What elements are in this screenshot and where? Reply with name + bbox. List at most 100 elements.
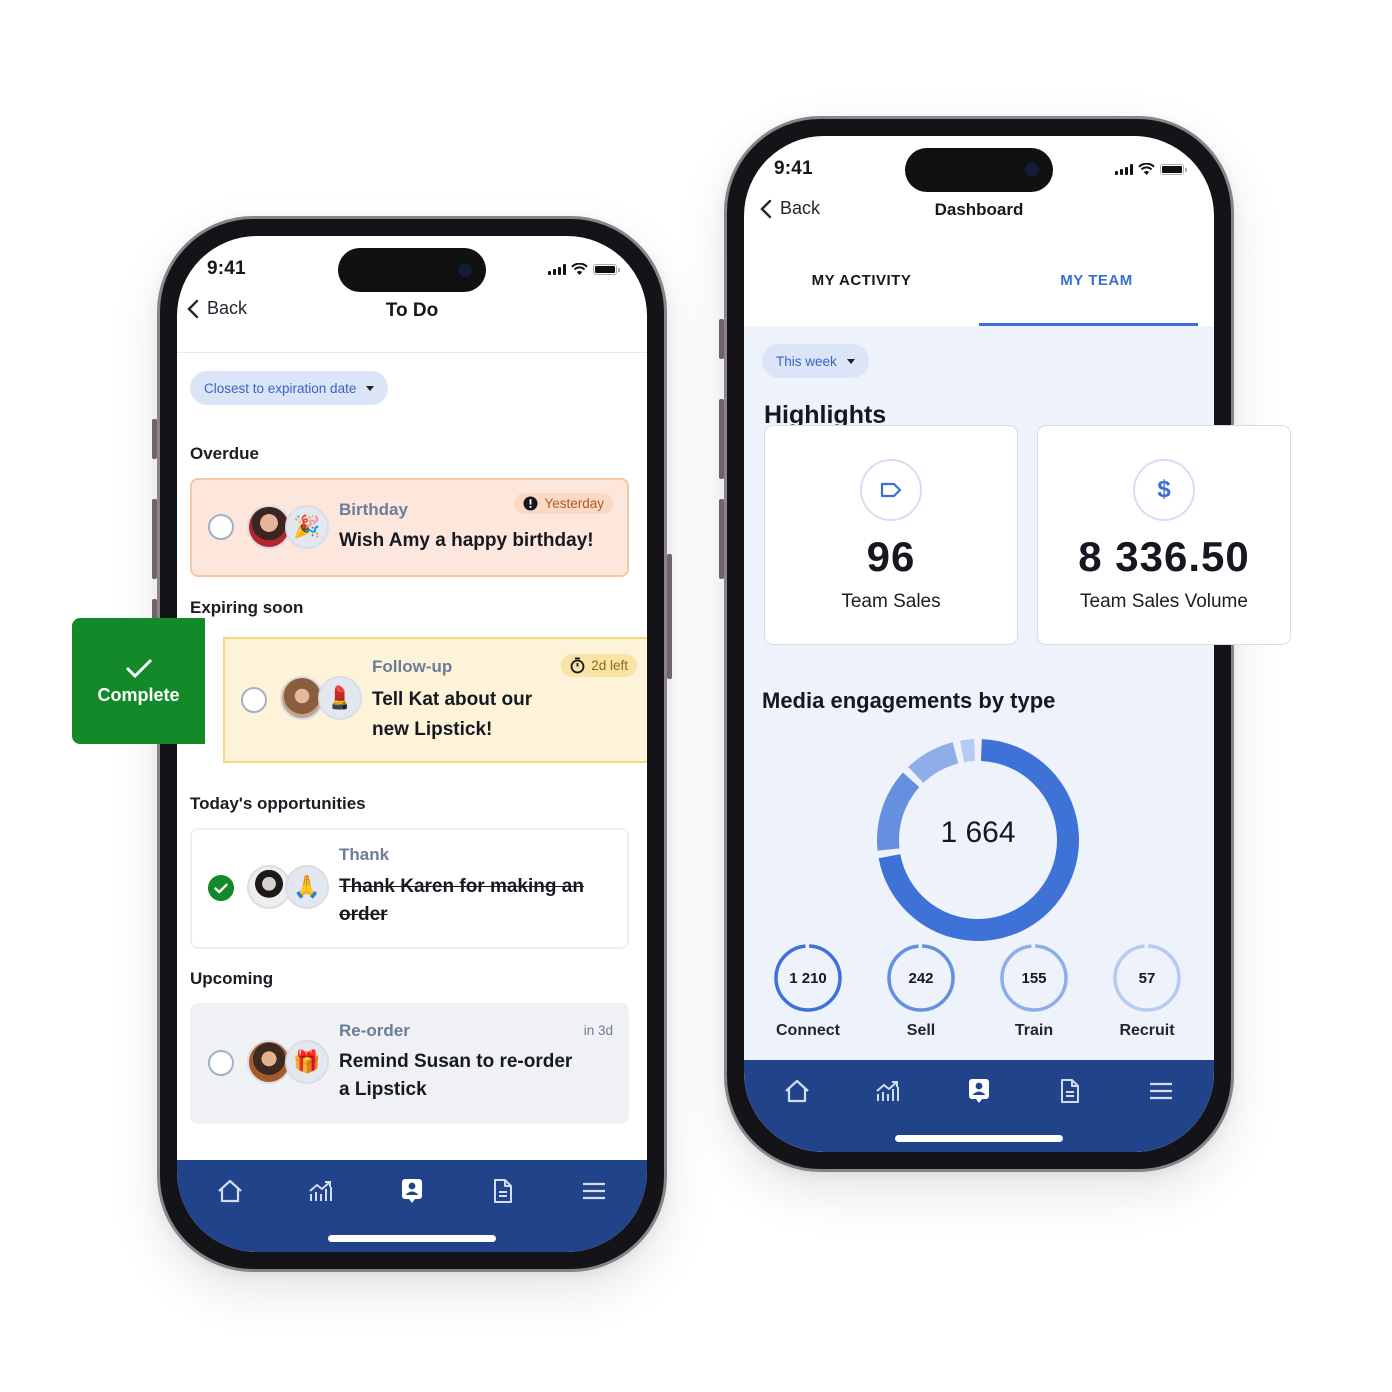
sort-dropdown[interactable]: Closest to expiration date [190, 371, 389, 405]
tab-stats[interactable] [299, 1174, 343, 1208]
highlight-label: Team Sales [841, 591, 941, 612]
donut-slice-train [908, 742, 959, 784]
home-indicator[interactable] [895, 1135, 1063, 1142]
phone-power-button [667, 554, 672, 679]
contact-card-icon [968, 1079, 989, 1103]
engagement-item-connect[interactable]: 1 210 Connect [763, 942, 853, 1040]
donut-slice-recruit [960, 739, 976, 763]
task-checkbox[interactable] [208, 1050, 234, 1076]
engagement-item-sell[interactable]: 242 Sell [876, 942, 966, 1040]
task-card-today[interactable]: 🙏 Thank Thank Karen for making an order [190, 828, 629, 949]
task-checkbox[interactable] [241, 687, 267, 713]
section-heading-today: Today's opportunities [190, 794, 366, 813]
tab-home[interactable] [208, 1174, 252, 1208]
engagement-item-train[interactable]: 155 Train [989, 942, 1079, 1040]
task-checkbox[interactable] [208, 514, 234, 540]
period-dropdown-label: This week [776, 353, 837, 369]
section-heading-upcoming: Upcoming [190, 969, 274, 988]
tab-my-activity[interactable]: MY ACTIVITY [744, 256, 979, 326]
tab-stats[interactable] [866, 1074, 910, 1108]
task-message-line2: a Lipstick [339, 1079, 427, 1100]
back-label: Back [780, 198, 821, 218]
status-time: 9:41 [207, 258, 246, 279]
highlight-card-team-sales[interactable]: 96 Team Sales [764, 425, 1018, 645]
signal-icon [1115, 163, 1133, 175]
hamburger-icon [1149, 1082, 1172, 1100]
battery-icon [593, 263, 620, 275]
signal-icon [548, 263, 566, 275]
tab-menu[interactable] [1139, 1074, 1183, 1108]
tab-documents[interactable] [1048, 1074, 1092, 1108]
due-text: Yesterday [544, 496, 604, 511]
dynamic-island [338, 248, 486, 292]
ring-recruit: 57 [1113, 944, 1181, 1012]
ring-label: Connect [776, 1022, 840, 1039]
phone-side-button [152, 419, 157, 459]
task-message-line1: Remind Susan to re-order [339, 1051, 573, 1072]
ring-value: 155 [1021, 970, 1046, 987]
wifi-icon [1138, 163, 1155, 175]
caret-down-icon [846, 358, 855, 364]
tab-home[interactable] [775, 1074, 819, 1108]
ring-label: Recruit [1119, 1022, 1175, 1039]
back-label: Back [207, 298, 248, 318]
ring-sell: 242 [887, 944, 955, 1012]
navigation-bar: Back To Do [177, 292, 647, 334]
wifi-icon [571, 263, 588, 275]
due-badge: Yesterday [514, 493, 613, 514]
ring-value: 57 [1139, 970, 1156, 987]
ring-train: 155 [1000, 944, 1068, 1012]
highlight-value: 96 [866, 533, 916, 580]
phone-volume-up [152, 499, 157, 579]
task-message-line2: new Lipstick! [372, 719, 493, 740]
phone-volume-down [719, 499, 724, 579]
home-indicator[interactable] [328, 1235, 496, 1242]
contact-card-icon [401, 1179, 422, 1203]
tab-contacts[interactable] [390, 1174, 434, 1208]
phone-volume-up [719, 399, 724, 479]
tab-my-team[interactable]: MY TEAM [979, 256, 1214, 326]
stopwatch-icon [570, 657, 585, 674]
task-type: Follow-up [372, 657, 453, 676]
engagement-item-recruit[interactable]: 57 Recruit [1102, 942, 1192, 1040]
task-card-overdue[interactable]: 🎉 Birthday Wish Amy a happy birthday! Ye… [190, 478, 629, 577]
complete-swipe-button[interactable]: Complete [72, 618, 205, 744]
camera-icon [1023, 161, 1041, 179]
task-message: Wish Amy a happy birthday! [339, 530, 594, 551]
task-message-line1: Tell Kat about our [372, 689, 533, 710]
checkmark-icon [214, 883, 228, 894]
segment-tabs: MY ACTIVITY MY TEAM [744, 256, 1214, 326]
hamburger-icon [582, 1182, 605, 1200]
back-button[interactable]: Back [760, 198, 820, 219]
section-heading-overdue: Overdue [190, 444, 259, 463]
tab-documents[interactable] [481, 1174, 525, 1208]
sort-dropdown-label: Closest to expiration date [204, 380, 357, 396]
task-message-line2: order [339, 904, 388, 925]
ring-label: Sell [906, 1022, 936, 1039]
praying-hands-icon: 🙏 [285, 865, 329, 909]
party-popper-icon: 🎉 [285, 505, 329, 549]
header-divider [177, 352, 647, 353]
ring-connect: 1 210 [774, 944, 842, 1012]
back-button[interactable]: Back [187, 298, 247, 319]
highlight-label: Team Sales Volume [1080, 591, 1248, 612]
navigation-bar: Back Dashboard [744, 192, 1214, 234]
task-checkbox-checked[interactable] [208, 875, 234, 901]
period-dropdown[interactable]: This week [762, 344, 869, 378]
section-heading-expiring: Expiring soon [190, 598, 304, 617]
ring-value: 242 [908, 970, 933, 987]
highlight-card-team-sales-volume[interactable]: $ 8 336.50 Team Sales Volume [1037, 425, 1291, 645]
home-icon [218, 1179, 243, 1203]
chevron-left-icon [187, 299, 199, 318]
camera-icon [456, 261, 474, 279]
ring-label: Train [1014, 1022, 1054, 1039]
page-title: To Do [385, 300, 439, 321]
due-text: 2d left [591, 658, 628, 673]
ring-value: 1 210 [789, 970, 827, 987]
tab-menu[interactable] [572, 1174, 616, 1208]
todo-phone: 9:41 Back To Do Closest to expiration da… [152, 216, 672, 1272]
task-message-line1: Thank Karen for making an [339, 876, 584, 897]
task-card-expiring[interactable]: 💄 Follow-up Tell Kat about our new Lipst… [223, 637, 647, 763]
tab-contacts[interactable] [957, 1074, 1001, 1108]
task-card-upcoming[interactable]: 🎁 Re-order Remind Susan to re-order a Li… [190, 1003, 629, 1124]
